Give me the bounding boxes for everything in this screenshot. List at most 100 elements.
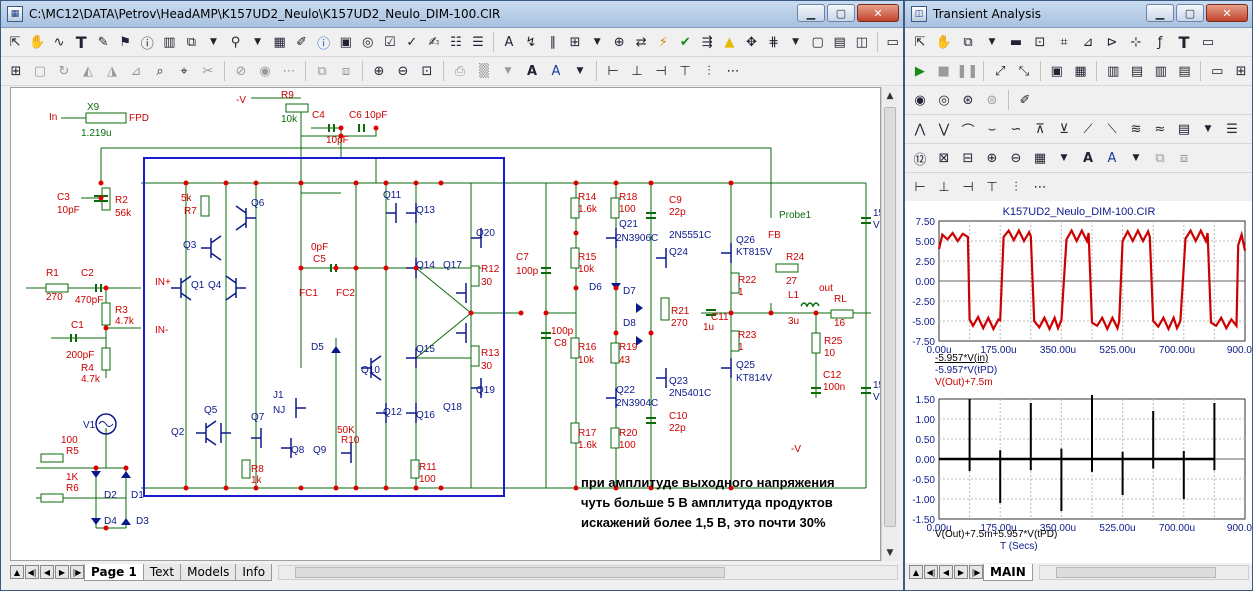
tab-page-1[interactable]: Page 1: [84, 563, 144, 581]
zoom-in-icon[interactable]: ⊕: [368, 60, 390, 82]
copy-icon[interactable]: ⧉: [311, 60, 333, 82]
schematic-hscroll[interactable]: [278, 564, 898, 580]
circle-icon[interactable]: ◉: [254, 60, 276, 82]
ta-data-icon[interactable]: ≈: [1149, 118, 1171, 140]
select-mode-icon[interactable]: ⇱: [5, 31, 25, 53]
first-page-icon[interactable]: ▲: [10, 565, 24, 579]
ta-prev-tab-icon[interactable]: ◀: [939, 565, 953, 579]
font-color-icon[interactable]: A: [545, 60, 567, 82]
prev-tab-icon[interactable]: ◀: [40, 565, 54, 579]
ta-edit-icon[interactable]: ✐: [1014, 89, 1036, 111]
tab-main[interactable]: MAIN: [983, 563, 1033, 581]
flip-icon[interactable]: ◮: [101, 60, 123, 82]
flag-icon[interactable]: ⚑: [115, 31, 135, 53]
lightning-icon[interactable]: ⚡: [653, 31, 673, 53]
ta-select-icon[interactable]: ⇱: [909, 31, 931, 53]
dropdown-arrow-icon[interactable]: ▼: [203, 31, 223, 53]
ta-text-icon[interactable]: T: [1173, 31, 1195, 53]
info-icon[interactable]: ⓘ: [314, 31, 334, 53]
node-icon[interactable]: ⊞: [565, 31, 585, 53]
ta-scale-icon[interactable]: ⌗: [1053, 31, 1075, 53]
ta-global-min-icon[interactable]: ⊻: [1053, 118, 1075, 140]
find-replace-icon[interactable]: ⌖: [173, 60, 195, 82]
flip-v-icon[interactable]: ⊿: [125, 60, 147, 82]
ta-hscroll-thumb[interactable]: [1055, 566, 1216, 578]
dropdown-arrow-icon[interactable]: ▼: [569, 60, 591, 82]
tab-text[interactable]: Text: [142, 563, 182, 581]
scroll-up-icon[interactable]: ▲: [882, 87, 898, 104]
dropdown-arrow-icon[interactable]: ▼: [587, 31, 607, 53]
ta-zoom-in-icon[interactable]: ⊕: [981, 147, 1003, 169]
ta-view-1-icon[interactable]: ▥: [1102, 60, 1124, 82]
help-icon[interactable]: ▣: [336, 31, 356, 53]
ta-window-icon[interactable]: ▭: [1197, 31, 1219, 53]
ta-fit2-icon[interactable]: ⊟: [957, 147, 979, 169]
ta-image-icon[interactable]: ▬: [1005, 31, 1027, 53]
distribute-icon[interactable]: ⫶: [698, 60, 720, 82]
minimize-button[interactable]: ▁: [797, 4, 825, 22]
find-icon[interactable]: ⌕: [149, 60, 171, 82]
ta-first-page-icon[interactable]: ▲: [909, 565, 923, 579]
ta-list-icon[interactable]: ☰: [1221, 118, 1243, 140]
warning-icon[interactable]: ▲: [719, 31, 739, 53]
edit-icon[interactable]: ✍: [424, 31, 444, 53]
component-menu-icon[interactable]: ⧉: [181, 31, 201, 53]
ta-zoom-out-icon[interactable]: ⊖: [1005, 147, 1027, 169]
paste-icon[interactable]: ⧈: [335, 60, 357, 82]
blank-icon[interactable]: ▢: [29, 60, 51, 82]
move-icon[interactable]: ✥: [741, 31, 761, 53]
ta-first-tab-icon[interactable]: ◀|: [924, 565, 938, 579]
page-setup-icon[interactable]: ▤: [830, 31, 850, 53]
ta-component-icon[interactable]: ⧉: [957, 31, 979, 53]
ta-minimize-button[interactable]: ▁: [1146, 4, 1174, 22]
rotate-icon[interactable]: ↻: [53, 60, 75, 82]
draw-tool-icon[interactable]: ✎: [93, 31, 113, 53]
ta-valley-icon[interactable]: ⋁: [933, 118, 955, 140]
first-tab-icon[interactable]: ◀|: [25, 565, 39, 579]
ta-scale-icon-2[interactable]: ⤡: [1013, 60, 1035, 82]
grid-icon[interactable]: ▦: [270, 31, 290, 53]
zoom-out-icon[interactable]: ⊖: [392, 60, 414, 82]
dropdown-arrow-icon[interactable]: ▼: [1125, 147, 1147, 169]
ta-paste-icon[interactable]: ⧈: [1173, 147, 1195, 169]
vscroll-thumb[interactable]: [884, 107, 896, 527]
probe-icon[interactable]: ⊕: [609, 31, 629, 53]
ta-level-icon[interactable]: ≋: [1125, 118, 1147, 140]
pause-icon[interactable]: ❚❚: [957, 60, 979, 82]
layout-icon[interactable]: ◫: [852, 31, 872, 53]
cut-icon[interactable]: ✂: [197, 60, 219, 82]
more-icon[interactable]: ⋯: [278, 60, 300, 82]
next-tab-icon[interactable]: ▶: [55, 565, 69, 579]
window-icon[interactable]: ▭: [883, 31, 903, 53]
ta-close-button[interactable]: ✕: [1206, 4, 1248, 22]
ta-hscroll[interactable]: [1038, 564, 1249, 580]
ta-font-icon[interactable]: A: [1077, 147, 1099, 169]
check-green-icon[interactable]: ✔: [675, 31, 695, 53]
maximize-button[interactable]: ▢: [827, 4, 855, 22]
dropdown-arrow-icon[interactable]: ▼: [981, 31, 1003, 53]
ta-view-4-icon[interactable]: ▤: [1174, 60, 1196, 82]
pen-icon[interactable]: ✐: [292, 31, 312, 53]
ta-plot-icon[interactable]: ▣: [1046, 60, 1068, 82]
ta-numbers-icon[interactable]: ⑫: [909, 147, 931, 169]
arrows-icon[interactable]: ⇄: [631, 31, 651, 53]
schematic-vscroll[interactable]: ▲ ▼: [881, 87, 898, 561]
ta-probe-2-icon[interactable]: ◎: [933, 89, 955, 111]
last-tab-icon[interactable]: |▶: [70, 565, 84, 579]
ta-view-3-icon[interactable]: ▥: [1150, 60, 1172, 82]
scroll-down-icon[interactable]: ▼: [882, 544, 898, 561]
ta-label-icon[interactable]: ƒ: [1149, 31, 1171, 53]
ta-distribute-h-icon[interactable]: ⋯: [1029, 176, 1051, 198]
ta-hand-icon[interactable]: ✋: [933, 31, 955, 53]
grid-snap-icon[interactable]: ⊞: [5, 60, 27, 82]
ta-low-icon[interactable]: ⌣: [981, 118, 1003, 140]
globe-icon[interactable]: ◎: [358, 31, 378, 53]
font-icon[interactable]: A: [521, 60, 543, 82]
checkbox-icon[interactable]: ☑: [380, 31, 400, 53]
ta-distribute-icon[interactable]: ⫶: [1005, 176, 1027, 198]
align-top-icon[interactable]: ⊤: [674, 60, 696, 82]
dropdown-arrow-icon[interactable]: ▼: [1053, 147, 1075, 169]
run-icon[interactable]: ▶: [909, 60, 931, 82]
ta-probe-3-icon[interactable]: ⊛: [957, 89, 979, 111]
dropdown-arrow-icon[interactable]: ▼: [1197, 118, 1219, 140]
